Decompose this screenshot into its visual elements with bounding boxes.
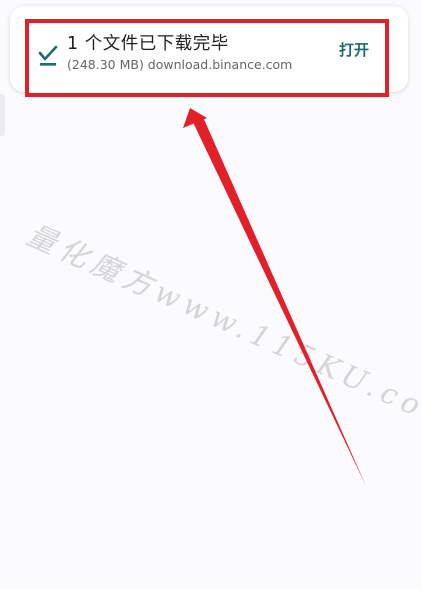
background-card-edge: [0, 94, 5, 136]
watermark: 量化魔方www.115KU.com: [21, 217, 421, 439]
arrow-head: [183, 108, 207, 128]
highlight-box: [25, 19, 389, 97]
